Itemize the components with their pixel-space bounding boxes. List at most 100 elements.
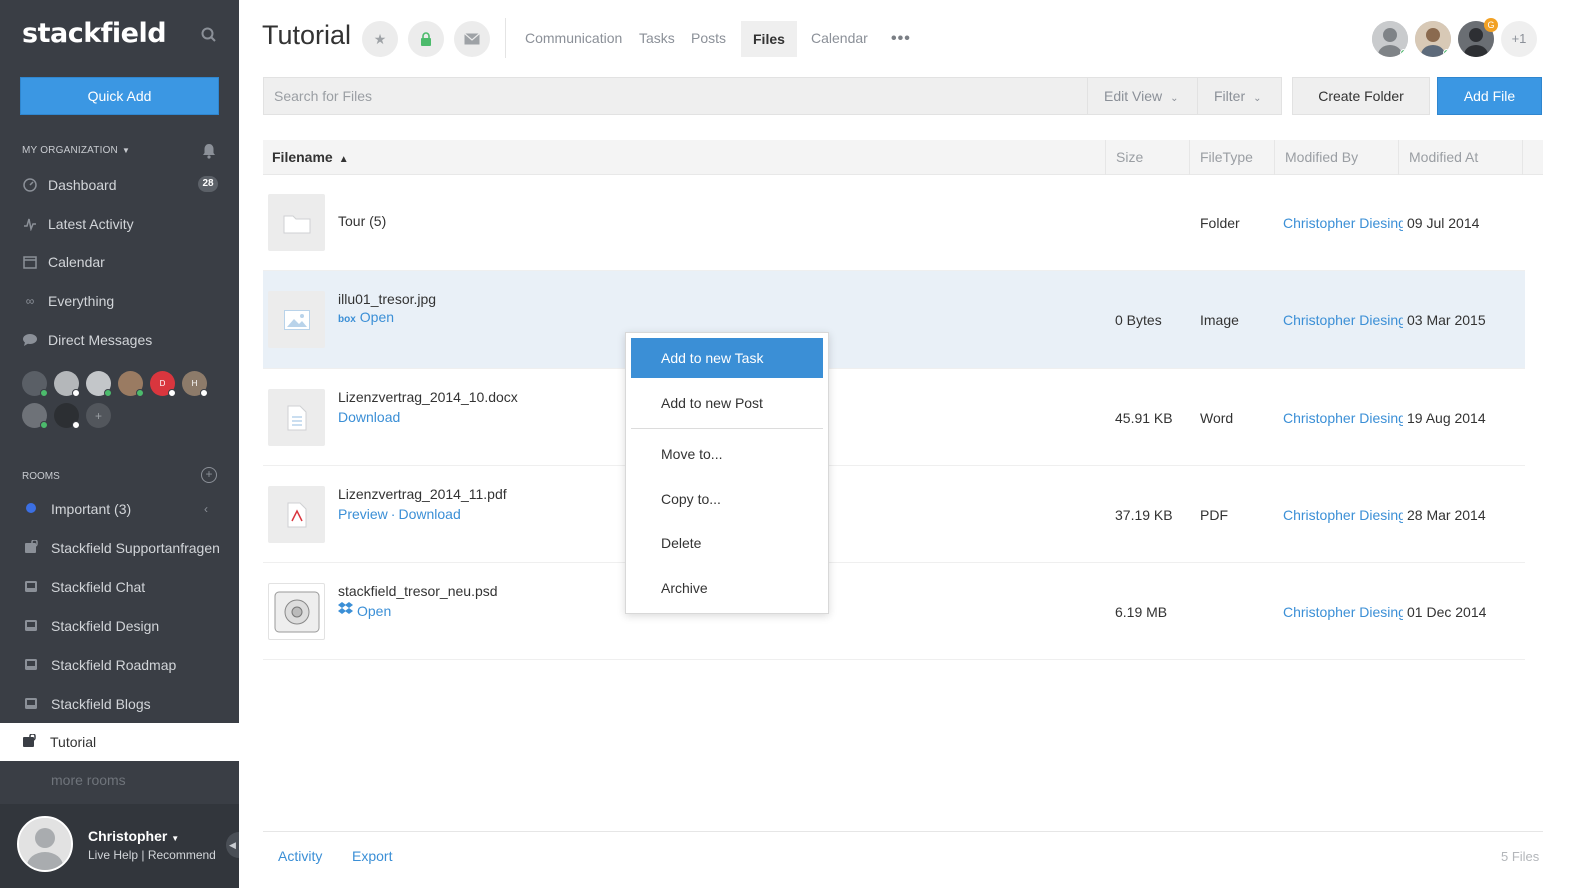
search-input[interactable]: Search for Files — [263, 77, 1088, 115]
activity-link[interactable]: Activity — [278, 848, 322, 864]
export-link[interactable]: Export — [352, 848, 392, 864]
menu-item-copy-to[interactable]: Copy to... — [631, 479, 823, 519]
add-room-icon[interactable]: + — [201, 467, 217, 483]
room-icon — [22, 696, 40, 713]
tab-communication[interactable]: Communication — [525, 30, 622, 46]
file-name[interactable]: Lizenzvertrag_2014_11.pdf — [338, 486, 507, 502]
open-link[interactable]: Open — [357, 603, 391, 619]
file-context-menu: Add to new Task Add to new Post Move to.… — [625, 332, 829, 614]
direct-message-avatars: D H — [22, 371, 208, 397]
tab-files[interactable]: Files — [741, 21, 797, 57]
sidebar-item-label: Everything — [48, 293, 115, 309]
avatar-initial: D — [159, 379, 166, 388]
table-row[interactable]: Lizenzvertrag_2014_10.docx Download 45.9… — [263, 369, 1525, 466]
menu-item-move-to[interactable]: Move to... — [631, 434, 823, 474]
online-status-dot — [40, 389, 48, 397]
quick-add-button[interactable]: Quick Add — [20, 77, 219, 115]
room-lock-icon — [22, 538, 40, 557]
sidebar: stackfield Quick Add MY ORGANIZATION ▼ Da… — [0, 0, 239, 888]
download-link[interactable]: Download — [398, 506, 460, 522]
menu-item-add-to-new-post[interactable]: Add to new Post — [631, 383, 823, 423]
avatar[interactable] — [1415, 21, 1451, 57]
avatar[interactable] — [1372, 21, 1408, 57]
search-icon[interactable] — [200, 26, 218, 44]
sidebar-room-blogs[interactable]: Stackfield Blogs — [22, 694, 151, 714]
plus-icon: + — [94, 408, 102, 423]
avatar[interactable] — [54, 371, 80, 397]
column-size[interactable]: Size — [1105, 140, 1190, 175]
tab-calendar[interactable]: Calendar — [811, 30, 868, 46]
file-actions: Download — [338, 409, 400, 425]
avatar[interactable]: H — [182, 371, 208, 397]
table-row[interactable]: Tour (5) Folder Christopher Diesing 09 J… — [263, 174, 1525, 271]
sidebar-room-supportanfragen[interactable]: Stackfield Supportanfragen — [22, 538, 220, 558]
modified-at: 03 Mar 2015 — [1407, 312, 1486, 328]
column-modified-at[interactable]: Modified At — [1398, 140, 1522, 175]
file-name[interactable]: Tour (5) — [338, 213, 386, 229]
more-members-button[interactable]: +1 — [1501, 21, 1537, 57]
sidebar-item-everything[interactable]: ∞ Everything — [22, 291, 114, 311]
tab-tasks[interactable]: Tasks — [639, 30, 675, 46]
avatar[interactable] — [22, 371, 48, 397]
open-link[interactable]: Open — [360, 309, 394, 325]
filter-dropdown[interactable]: Filter ⌄ — [1197, 77, 1282, 115]
more-tabs-icon[interactable]: ••• — [891, 30, 911, 48]
table-row[interactable]: stackfield_tresor_neu.psd Open 6.19 MB C… — [263, 563, 1525, 660]
modified-at: 28 Mar 2014 — [1407, 507, 1486, 523]
avatar[interactable]: D — [150, 371, 176, 397]
sidebar-room-chat[interactable]: Stackfield Chat — [22, 577, 145, 597]
modified-by-link[interactable]: Christopher Diesing — [1283, 312, 1403, 328]
more-rooms-link[interactable]: more rooms — [51, 772, 126, 788]
column-filetype[interactable]: FileType — [1189, 140, 1274, 175]
column-modified-by[interactable]: Modified By — [1274, 140, 1398, 175]
organization-dropdown[interactable]: MY ORGANIZATION ▼ — [22, 145, 130, 156]
sidebar-room-design[interactable]: Stackfield Design — [22, 616, 159, 636]
modified-by-link[interactable]: Christopher Diesing — [1283, 410, 1403, 426]
profile-name-dropdown[interactable]: Christopher ▼ — [88, 828, 179, 844]
add-member-button[interactable]: + — [86, 403, 111, 428]
menu-item-archive[interactable]: Archive — [631, 568, 823, 608]
column-filename[interactable]: Filename ▲ — [263, 140, 1105, 175]
file-name[interactable]: Lizenzvertrag_2014_10.docx — [338, 389, 518, 405]
add-file-button[interactable]: Add File — [1437, 77, 1542, 115]
sidebar-room-tutorial[interactable]: Tutorial — [0, 723, 239, 761]
avatar[interactable] — [22, 403, 48, 429]
preview-link[interactable]: Preview — [338, 506, 388, 522]
chevron-left-icon[interactable]: ‹ — [204, 502, 208, 516]
modified-by-link[interactable]: Christopher Diesing — [1283, 507, 1403, 523]
create-folder-button[interactable]: Create Folder — [1292, 77, 1430, 115]
avatar[interactable] — [17, 816, 73, 872]
star-icon[interactable]: ★ — [362, 21, 398, 57]
table-row[interactable]: Lizenzvertrag_2014_11.pdf Preview · Downlo… — [263, 466, 1525, 563]
tab-posts[interactable]: Posts — [691, 30, 726, 46]
infinity-icon: ∞ — [25, 294, 35, 308]
profile-links[interactable]: Live Help | Recommend — [88, 848, 216, 862]
sidebar-item-dashboard[interactable]: Dashboard — [22, 175, 117, 195]
modified-by-link[interactable]: Christopher Diesing — [1283, 604, 1403, 620]
edit-view-dropdown[interactable]: Edit View ⌄ — [1087, 77, 1198, 115]
avatar[interactable] — [86, 371, 112, 397]
room-lock-icon — [22, 733, 36, 751]
app-logo[interactable]: stackfield — [22, 18, 167, 49]
sidebar-room-important[interactable]: Important (3) — [22, 499, 131, 519]
download-link[interactable]: Download — [338, 409, 400, 425]
sidebar-item-latest-activity[interactable]: Latest Activity — [22, 214, 134, 234]
safe-image-icon — [268, 583, 325, 640]
calendar-icon — [22, 254, 38, 270]
file-name[interactable]: illu01_tresor.jpg — [338, 291, 436, 307]
edit-view-label: Edit View — [1104, 88, 1163, 104]
table-row[interactable]: illu01_tresor.jpg box Open 0 Bytes Image … — [263, 271, 1525, 369]
activity-icon — [22, 216, 38, 232]
menu-item-delete[interactable]: Delete — [631, 523, 823, 563]
sidebar-item-calendar[interactable]: Calendar — [22, 252, 105, 272]
avatar[interactable] — [118, 371, 144, 397]
menu-item-add-to-new-task[interactable]: Add to new Task — [631, 338, 823, 378]
sidebar-item-direct-messages[interactable]: Direct Messages — [22, 330, 152, 350]
modified-by-link[interactable]: Christopher Diesing — [1283, 215, 1403, 231]
file-name[interactable]: stackfield_tresor_neu.psd — [338, 583, 498, 599]
bell-icon[interactable] — [201, 143, 217, 159]
lock-icon[interactable] — [408, 21, 444, 57]
mail-icon[interactable] — [454, 21, 490, 57]
sidebar-room-roadmap[interactable]: Stackfield Roadmap — [22, 655, 176, 675]
avatar[interactable] — [54, 403, 80, 429]
